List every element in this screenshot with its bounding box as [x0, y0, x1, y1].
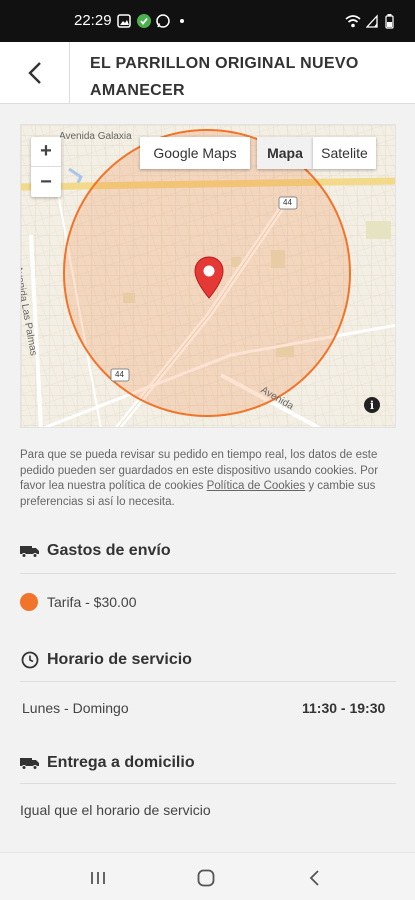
system-nav-bar [0, 852, 415, 900]
cookie-policy-link[interactable]: Política de Cookies [207, 480, 305, 492]
home-icon[interactable] [197, 869, 215, 887]
hours-title: Horario de servicio [47, 651, 192, 668]
back-arrow-icon [27, 62, 41, 84]
zoom-controls: + − [31, 137, 61, 197]
street-label: Avenida Galaxia [59, 131, 132, 142]
truck-icon [20, 756, 40, 770]
app-header: EL PARRILLON ORIGINAL NUEVO AMANECER [0, 42, 415, 104]
route-label: 44 [283, 198, 292, 207]
recent-apps-icon[interactable] [90, 870, 106, 886]
status-bar: 22:29 [0, 0, 415, 42]
battery-icon [385, 14, 394, 29]
hours-days: Lunes - Domingo [22, 700, 129, 716]
delivery-title: Entrega a domicilio [47, 754, 195, 771]
page-title: EL PARRILLON ORIGINAL NUEVO AMANECER [90, 55, 359, 99]
map-type-mapa-button[interactable]: Mapa [257, 137, 313, 169]
whatsapp-icon [156, 14, 170, 28]
shipping-title: Gastos de envío [47, 542, 171, 559]
divider [20, 681, 396, 682]
map-info-icon[interactable]: i [364, 397, 380, 413]
hours-time: 11:30 - 19:30 [302, 700, 386, 716]
back-button[interactable] [0, 42, 70, 104]
google-maps-button[interactable]: Google Maps [140, 137, 250, 169]
zoom-in-button[interactable]: + [31, 137, 61, 167]
check-notification-icon [137, 14, 151, 28]
route-label: 44 [115, 370, 124, 379]
image-notification-icon [117, 14, 131, 28]
hours-section-title: Horario de servicio [20, 651, 192, 669]
cookie-notice: Para que se pueda revisar su pedido en t… [20, 448, 396, 510]
delivery-map[interactable]: Avenida Galaxia Avenida Las Palmas 44 44… [20, 124, 396, 428]
location-pin-icon[interactable] [194, 256, 224, 300]
truck-icon [20, 544, 40, 558]
back-nav-icon[interactable] [308, 870, 320, 886]
status-time: 22:29 [74, 12, 112, 29]
delivery-text: Igual que el horario de servicio [20, 802, 211, 818]
delivery-section-title: Entrega a domicilio [20, 754, 195, 772]
more-notifications-dot-icon [180, 19, 184, 23]
divider [20, 573, 396, 574]
zoom-out-button[interactable]: − [31, 167, 61, 197]
wifi-icon [345, 15, 361, 28]
shipping-fee: Tarifa - $30.00 [47, 594, 137, 610]
shipping-section-title: Gastos de envío [20, 542, 171, 560]
delivery-zone-color-dot [20, 593, 38, 611]
clock-icon [20, 651, 40, 669]
signal-icon [366, 14, 378, 28]
divider [20, 783, 396, 784]
map-type-satelite-button[interactable]: Satelite [313, 137, 376, 169]
